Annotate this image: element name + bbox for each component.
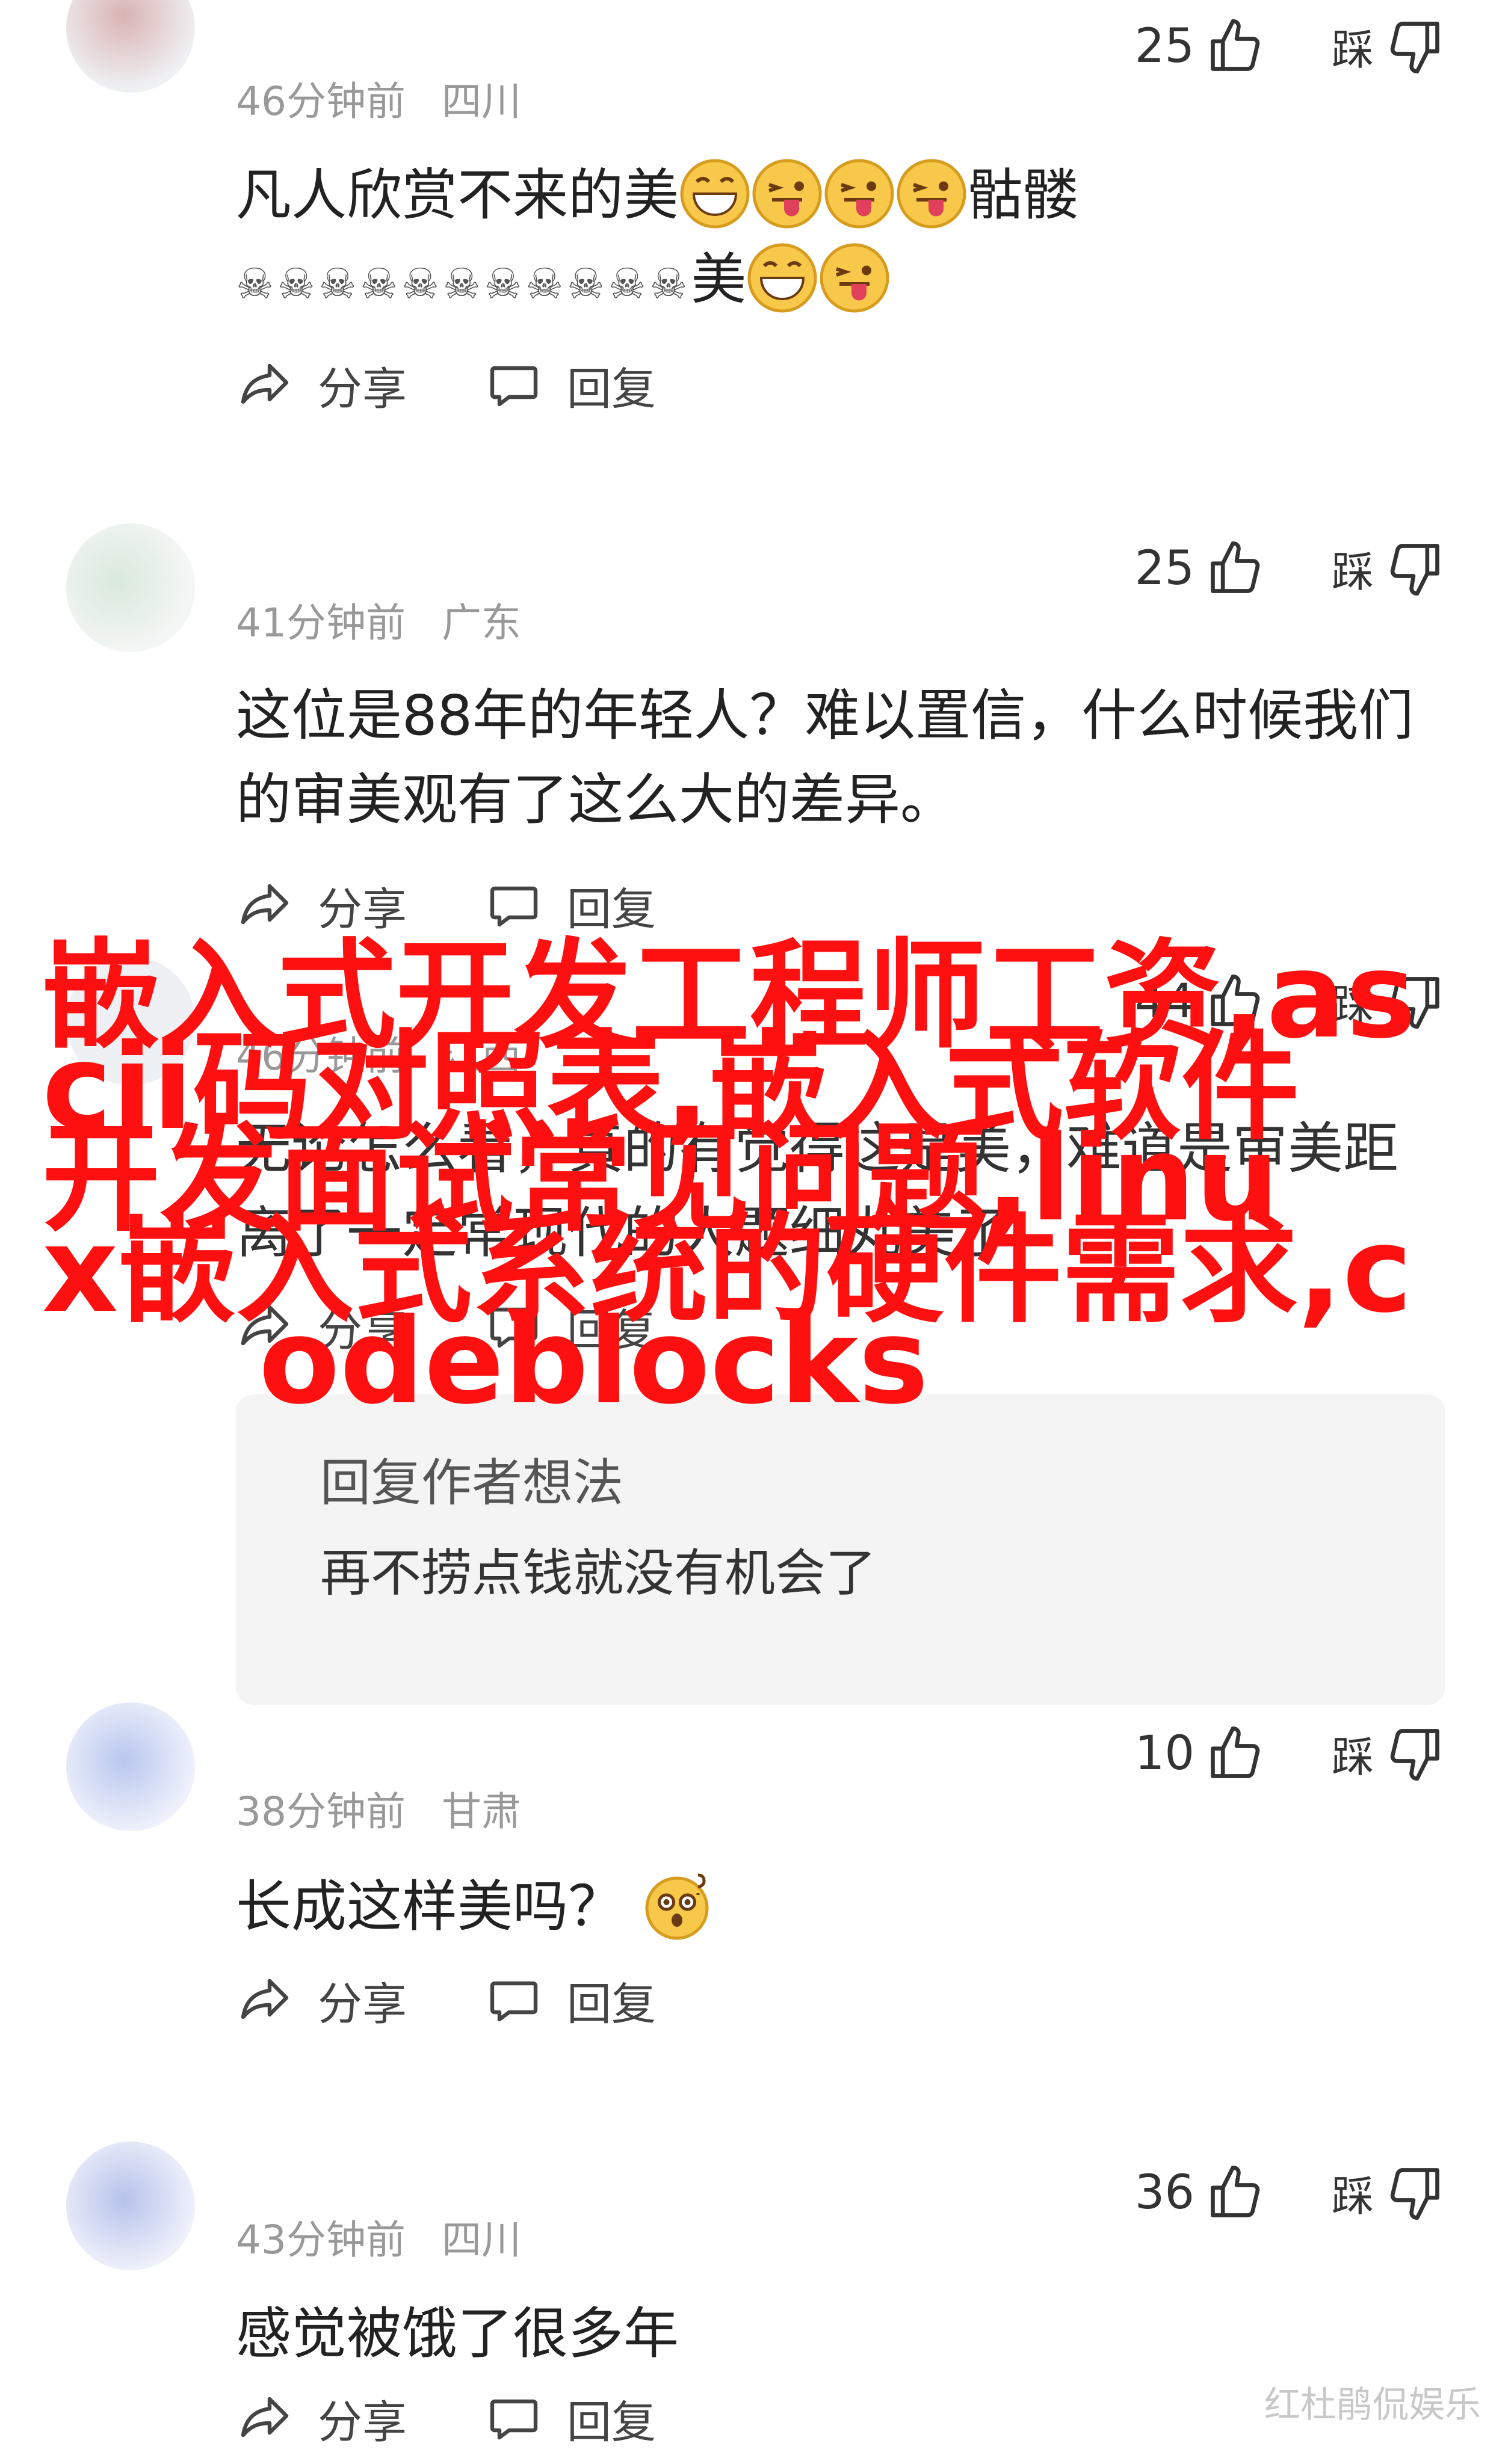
comment-text-part: 凡人欣赏不来的美 — [236, 163, 679, 227]
thumbs-up-icon[interactable] — [1205, 2163, 1265, 2223]
thumbs-up-icon[interactable] — [1205, 1723, 1265, 1784]
comment-text: 这位是88年的年轻人？难以置信，什么时候我们的审美观有了这么大的差异。 — [236, 683, 1414, 832]
share-label: 分享 — [318, 1978, 407, 2030]
dislike-label: 踩 — [1332, 1732, 1374, 1782]
share-arrow-icon — [236, 1971, 294, 2029]
comment-text-part: 骷髅 — [968, 163, 1079, 227]
comment-region: 四川 — [441, 2217, 521, 2263]
thumbs-down-icon[interactable] — [1385, 16, 1445, 76]
vote-bar: 25 踩 — [1135, 13, 1445, 79]
avatar[interactable] — [66, 2142, 195, 2270]
avatar[interactable] — [66, 1702, 195, 1831]
chat-bubble-icon — [485, 876, 543, 934]
reply-preview-box[interactable]: 回复作者想法 再不捞点钱就没有机会了 — [236, 1394, 1445, 1705]
chat-bubble-icon — [485, 356, 543, 414]
vote-bar: 10 踩 — [1135, 1720, 1445, 1787]
share-arrow-icon — [236, 876, 294, 934]
like-count: 36 — [1134, 2166, 1194, 2220]
reply-label: 回复 — [567, 363, 656, 415]
share-button[interactable]: 分享 — [236, 1968, 407, 2033]
watermark: 红杜鹃侃娱乐 — [1264, 2384, 1481, 2426]
like-count: 25 — [1134, 19, 1194, 73]
dizzy-face-emoji — [641, 1869, 713, 1941]
comment-actions: 分享 回复 — [236, 2385, 734, 2451]
share-button[interactable]: 分享 — [236, 2386, 407, 2451]
share-arrow-icon — [236, 2389, 294, 2447]
skull-emoji-row: ☠☠☠☠☠☠☠☠☠☠☠ — [236, 259, 691, 309]
comment-text: 凡人欣赏不来的美 骷髅 ☠☠☠☠☠☠☠☠☠☠☠美 — [236, 153, 1439, 326]
dislike-label: 踩 — [1332, 25, 1374, 75]
comment-text-part: 美 — [691, 247, 747, 312]
winking-tongue-emoji — [818, 242, 891, 314]
thumbs-down-icon[interactable] — [1385, 2163, 1445, 2223]
share-label: 分享 — [318, 2396, 407, 2448]
reply-button[interactable]: 回复 — [485, 1968, 656, 2033]
reply-preview-text: 再不捞点钱就没有机会了 — [320, 1544, 877, 1603]
comment-region: 甘肃 — [441, 1788, 521, 1835]
comment-actions: 分享 回复 — [236, 1967, 734, 2033]
comment-meta: 41分钟前 广东 — [236, 591, 521, 648]
comment-actions: 分享 回复 — [236, 352, 734, 418]
comment-region: 广东 — [441, 600, 521, 646]
reply-button[interactable]: 回复 — [485, 2386, 656, 2451]
winking-tongue-emoji — [895, 158, 968, 230]
thumbs-down-icon[interactable] — [1385, 1723, 1445, 1784]
share-button[interactable]: 分享 — [236, 353, 407, 417]
thumbs-up-icon[interactable] — [1205, 538, 1265, 599]
comment-time: 38分钟前 — [236, 1788, 406, 1835]
reply-label: 回复 — [567, 2396, 656, 2448]
like-count: 10 — [1134, 1726, 1194, 1781]
comment-text: 长成这样美吗？ — [236, 1865, 1439, 1949]
chat-bubble-icon — [485, 2389, 543, 2447]
comment-meta: 43分钟前 四川 — [236, 2208, 521, 2265]
chat-bubble-icon — [485, 1971, 543, 2029]
comment-region: 四川 — [441, 78, 521, 125]
dislike-label: 踩 — [1332, 547, 1374, 597]
thumbs-up-icon[interactable] — [1205, 16, 1265, 76]
vote-bar: 36 踩 — [1135, 2160, 1445, 2226]
reply-label: 回复 — [567, 1978, 656, 2030]
winking-tongue-emoji — [823, 158, 895, 230]
comment-meta: 46分钟前 四川 — [236, 69, 521, 127]
winking-tongue-emoji — [751, 158, 823, 230]
share-label: 分享 — [318, 363, 407, 415]
grinning-face-emoji — [746, 242, 818, 314]
comment-meta: 38分钟前 甘肃 — [236, 1779, 521, 1837]
grinning-face-emoji — [679, 158, 751, 230]
reply-button[interactable]: 回复 — [485, 353, 656, 417]
comment-text-part: 长成这样美吗？ — [236, 1874, 624, 1939]
comment-time: 43分钟前 — [236, 2217, 406, 2263]
comment-time: 41分钟前 — [236, 600, 406, 646]
vote-bar: 25 踩 — [1135, 535, 1445, 602]
dislike-label: 踩 — [1332, 2171, 1374, 2221]
thumbs-down-icon[interactable] — [1385, 538, 1445, 599]
comment-text: 感觉被饿了很多年 — [236, 2302, 679, 2366]
avatar[interactable] — [66, 0, 195, 93]
reply-preview-title: 回复作者想法 — [320, 1453, 624, 1512]
like-count: 25 — [1134, 541, 1194, 596]
share-arrow-icon — [236, 356, 294, 414]
overlay-headline: 嵌入式开发工程师工资,as cii码对照表,嵌入式软件 开发面试常见问题,lin… — [42, 937, 1416, 1421]
avatar[interactable] — [66, 523, 195, 652]
comment-time: 46分钟前 — [236, 78, 406, 125]
